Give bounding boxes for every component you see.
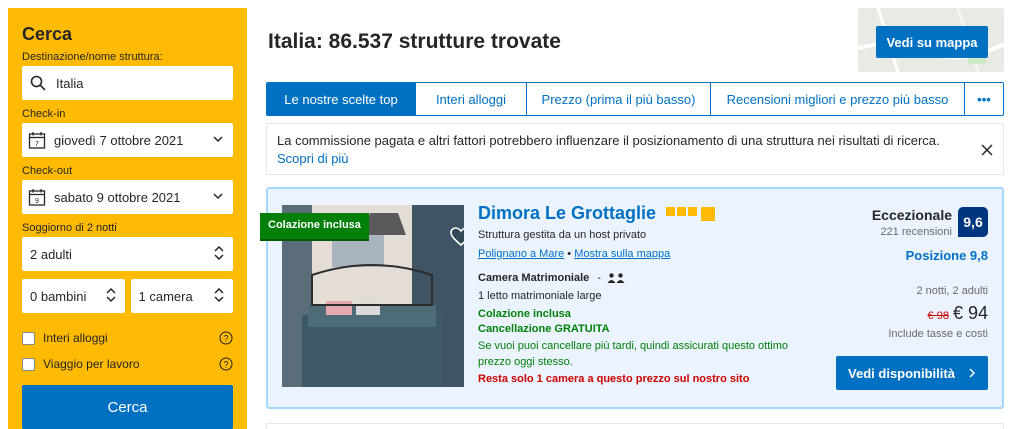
show-map-link[interactable]: Mostra sulla mappa bbox=[574, 248, 670, 260]
chevron-down-icon bbox=[213, 193, 223, 200]
checkout-value: sabato 9 ottobre 2021 bbox=[54, 189, 181, 205]
chevron-right-icon bbox=[969, 368, 976, 378]
star-rating bbox=[666, 207, 716, 221]
breakfast-ribbon: Colazione inclusa bbox=[260, 213, 369, 239]
updown-icon bbox=[214, 288, 224, 302]
tab-price-lowest[interactable]: Prezzo (prima il più basso) bbox=[527, 83, 711, 115]
search-sidebar: Cerca Destinazione/nome struttura: Itali… bbox=[8, 8, 247, 429]
chevron-down-icon bbox=[213, 136, 223, 143]
score-badge: 9,6 bbox=[958, 207, 988, 237]
location-row: Polignano a Mare • Mostra sulla mappa bbox=[478, 248, 818, 260]
calendar-icon: 9 bbox=[28, 189, 46, 206]
checkout-select[interactable]: 9 sabato 9 ottobre 2021 bbox=[22, 180, 233, 214]
svg-text:?: ? bbox=[223, 360, 228, 370]
business-travel-label: Viaggio per lavoro bbox=[43, 357, 140, 371]
adults-select[interactable]: 2 adulti bbox=[22, 237, 233, 271]
see-availability-label: Vedi disponibilità bbox=[848, 365, 955, 381]
location-score: Posizione 9,8 bbox=[905, 248, 988, 263]
stay-length: Soggiorno di 2 notti bbox=[22, 222, 117, 234]
map-preview[interactable]: Vedi su mappa bbox=[858, 8, 1004, 72]
price-row: € 98 € 94 bbox=[818, 303, 988, 324]
host-note: Struttura gestita da un host privato bbox=[478, 229, 647, 241]
business-travel-filter[interactable]: Viaggio per lavoro ? bbox=[22, 355, 233, 373]
checkin-label: Check-in bbox=[22, 108, 66, 120]
star-icon bbox=[666, 207, 676, 216]
children-select[interactable]: 0 bambini bbox=[22, 279, 125, 313]
help-icon[interactable]: ? bbox=[219, 357, 233, 371]
destination-label: Destinazione/nome struttura: bbox=[22, 51, 163, 63]
property-info: Dimora Le Grottaglie Struttura gestita d… bbox=[478, 203, 818, 385]
checkout-day: 9 bbox=[35, 198, 39, 205]
heart-icon[interactable] bbox=[450, 227, 464, 247]
updown-icon bbox=[214, 246, 224, 260]
current-price: € 94 bbox=[952, 303, 988, 323]
entire-homes-label: Interi alloggi bbox=[43, 331, 108, 345]
checkout-label: Check-out bbox=[22, 165, 73, 177]
room-type-separator: - bbox=[597, 272, 601, 284]
score-text: Eccezionale 221 recensioni bbox=[872, 207, 952, 238]
property-card: Colazione inclusa Dimora Le Grottaglie S… bbox=[260, 187, 1004, 409]
star-icon bbox=[677, 207, 687, 216]
notice-text: La commissione pagata e altri fattori po… bbox=[277, 133, 940, 148]
business-travel-checkbox[interactable] bbox=[22, 357, 35, 371]
two-persons-icon bbox=[607, 273, 625, 283]
see-availability-button[interactable]: Vedi disponibilità bbox=[836, 356, 988, 390]
more-tabs-button[interactable]: ••• bbox=[965, 83, 1003, 115]
next-property-card bbox=[266, 423, 1004, 429]
learn-more-link[interactable]: Scopri di più bbox=[277, 151, 349, 166]
room-type: Camera Matrimoniale bbox=[478, 272, 590, 284]
search-button[interactable]: Cerca bbox=[22, 385, 233, 429]
cancellation-note: Se vuoi puoi cancellare più tardi, quind… bbox=[478, 340, 789, 368]
calendar-icon: 7 bbox=[28, 132, 46, 149]
room-type-row: Camera Matrimoniale - bbox=[478, 272, 818, 284]
checkin-value: giovedì 7 ottobre 2021 bbox=[54, 132, 184, 148]
entire-homes-filter[interactable]: Interi alloggi ? bbox=[22, 329, 233, 347]
tab-reviews-price[interactable]: Recensioni migliori e prezzo più basso bbox=[711, 83, 965, 115]
updown-icon bbox=[105, 288, 116, 302]
taxes-note: Include tasse e costi bbox=[888, 328, 988, 340]
tab-top-picks[interactable]: Le nostre scelte top bbox=[267, 83, 416, 115]
help-icon[interactable]: ? bbox=[219, 331, 233, 345]
sort-tabs: Le nostre scelte top Interi alloggi Prez… bbox=[266, 82, 1004, 116]
old-price: € 98 bbox=[927, 310, 949, 322]
entire-homes-checkbox[interactable] bbox=[22, 331, 35, 345]
bed-info: 1 letto matrimoniale large bbox=[478, 290, 602, 302]
tab-entire-homes[interactable]: Interi alloggi bbox=[416, 83, 527, 115]
review-score[interactable]: Eccezionale 221 recensioni 9,6 bbox=[818, 207, 988, 238]
results-title: Italia: 86.537 strutture trovate bbox=[268, 30, 561, 53]
destination-value: Italia bbox=[56, 75, 84, 91]
free-cancellation: Cancellazione GRATUITA bbox=[478, 323, 610, 335]
search-icon bbox=[30, 75, 46, 91]
thumbs-up-icon bbox=[701, 207, 716, 221]
checkin-day: 7 bbox=[35, 141, 39, 148]
score-word: Eccezionale bbox=[871, 207, 952, 223]
star-icon bbox=[688, 207, 698, 216]
close-icon[interactable] bbox=[981, 144, 993, 156]
show-on-map-button[interactable]: Vedi su mappa bbox=[876, 26, 988, 58]
checkin-select[interactable]: 7 giovedì 7 ottobre 2021 bbox=[22, 123, 233, 157]
destination-input[interactable]: Italia bbox=[22, 66, 233, 100]
scarcity-message: Resta solo 1 camera a questo prezzo sul … bbox=[478, 373, 750, 385]
review-count: 221 recensioni bbox=[880, 226, 952, 238]
rooms-select[interactable]: 1 camera bbox=[130, 279, 233, 313]
location-link[interactable]: Polignano a Mare bbox=[478, 248, 564, 260]
price-panel: Eccezionale 221 recensioni 9,6 Posizione… bbox=[818, 207, 988, 390]
property-name[interactable]: Dimora Le Grottaglie bbox=[478, 203, 656, 224]
svg-text:?: ? bbox=[223, 334, 228, 344]
adults-value: 2 adulti bbox=[30, 246, 72, 262]
ranking-notice: La commissione pagata e altri fattori po… bbox=[266, 123, 1004, 175]
rooms-value: 1 camera bbox=[138, 288, 193, 304]
children-value: 0 bambini bbox=[30, 288, 87, 304]
stay-summary: 2 notti, 2 adulti bbox=[916, 285, 988, 297]
sidebar-title: Cerca bbox=[22, 24, 73, 44]
breakfast-included: Colazione inclusa bbox=[478, 308, 571, 320]
